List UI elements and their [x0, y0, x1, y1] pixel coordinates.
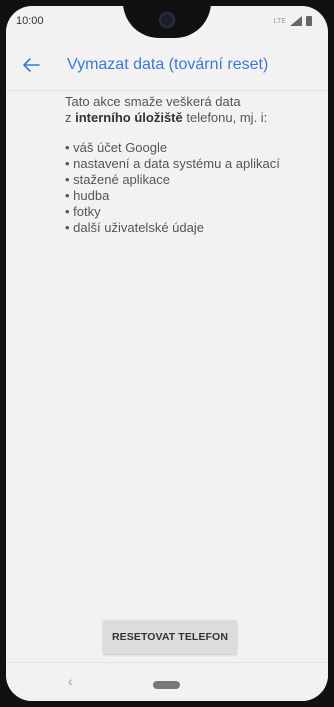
list-item: váš účet Google — [65, 140, 325, 156]
data-list: váš účet Google nastavení a data systému… — [65, 140, 325, 236]
intro-suffix: telefonu, mj. i: — [182, 110, 268, 125]
signal-icon — [290, 16, 302, 26]
navigation-bar: ‹ — [6, 662, 328, 701]
page-title: Vymazat data (tovární reset) — [67, 56, 269, 73]
screen: 10:00 LTE Vymazat data (tovární reset) T… — [6, 6, 328, 701]
intro-line-1: Tato akce smaže veškerá data — [65, 94, 241, 109]
list-item: další uživatelské údaje — [65, 220, 325, 236]
status-icons: LTE — [274, 16, 312, 26]
list-item: nastavení a data systému a aplikací — [65, 156, 325, 172]
intro-bold: interního úložiště — [75, 110, 183, 125]
app-bar: Vymazat data (tovární reset) — [6, 40, 328, 91]
home-pill-icon[interactable] — [153, 681, 180, 689]
description: Tato akce smaže veškerá data z interního… — [65, 94, 325, 236]
status-time: 10:00 — [16, 15, 44, 27]
phone-frame: 10:00 LTE Vymazat data (tovární reset) T… — [0, 0, 334, 707]
battery-icon — [306, 16, 312, 26]
network-type: LTE — [273, 17, 286, 25]
intro-prefix: z — [65, 110, 76, 125]
nav-back-icon[interactable]: ‹ — [68, 673, 73, 689]
list-item: hudba — [65, 188, 325, 204]
arrow-left-icon[interactable] — [20, 54, 42, 76]
reset-phone-button[interactable]: RESETOVAT TELEFON — [103, 620, 237, 654]
intro-text: Tato akce smaže veškerá data z interního… — [65, 94, 325, 126]
list-item: stažené aplikace — [65, 172, 325, 188]
camera-icon — [159, 12, 175, 28]
list-item: fotky — [65, 204, 325, 220]
